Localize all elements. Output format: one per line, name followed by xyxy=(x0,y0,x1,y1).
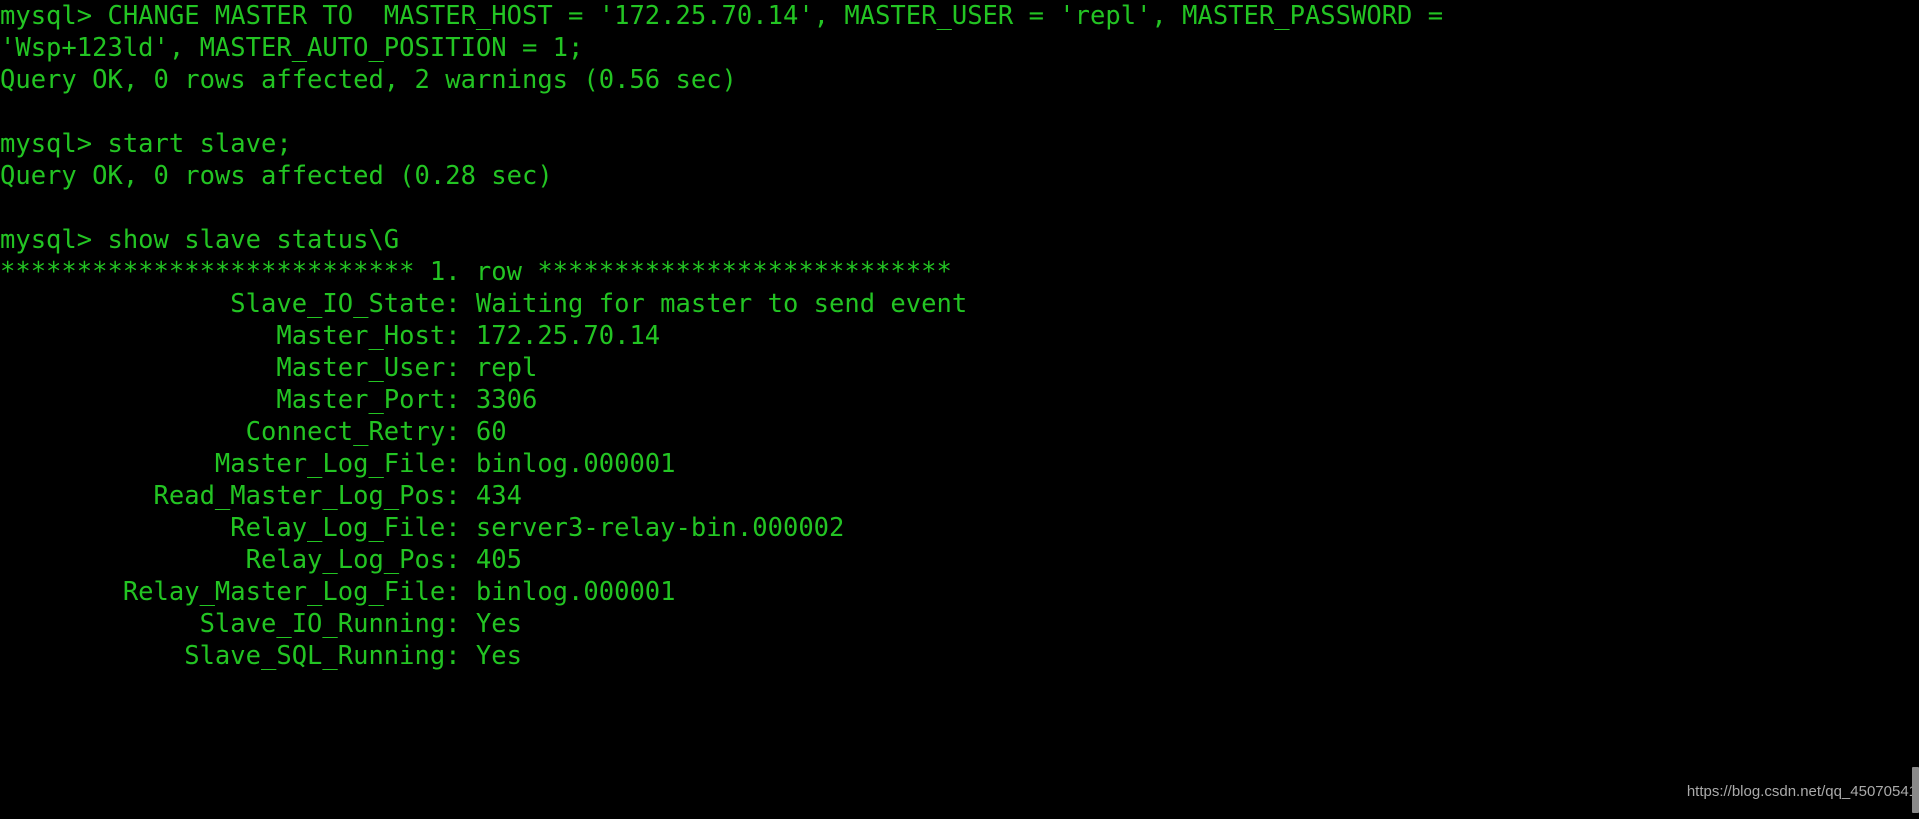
slave-status-field-slave-io-running: Slave_IO_Running: Yes xyxy=(0,609,522,639)
slave-status-field-master-user: Master_User: repl xyxy=(0,353,538,383)
slave-status-field-master-port: Master_Port: 3306 xyxy=(0,385,538,415)
terminal-line: mysql> show slave status\G xyxy=(0,225,400,255)
terminal-line: Query OK, 0 rows affected, 2 warnings (0… xyxy=(0,65,737,95)
slave-status-field-slave-io-state: Slave_IO_State: Waiting for master to se… xyxy=(0,289,968,319)
terminal-line: Query OK, 0 rows affected (0.28 sec) xyxy=(0,161,553,191)
slave-status-field-master-log-file: Master_Log_File: binlog.000001 xyxy=(0,449,676,479)
slave-status-field-relay-master-log-file: Relay_Master_Log_File: binlog.000001 xyxy=(0,577,676,607)
slave-status-field-read-master-log-pos: Read_Master_Log_Pos: 434 xyxy=(0,481,522,511)
slave-status-field-slave-sql-running: Slave_SQL_Running: Yes xyxy=(0,641,522,671)
terminal-line: mysql> start slave; xyxy=(0,129,292,159)
scrollbar-thumb[interactable] xyxy=(1912,767,1919,813)
terminal-line: mysql> CHANGE MASTER TO MASTER_HOST = '1… xyxy=(0,1,1444,31)
slave-status-field-relay-log-file: Relay_Log_File: server3-relay-bin.000002 xyxy=(0,513,845,543)
slave-status-field-master-host: Master_Host: 172.25.70.14 xyxy=(0,321,661,351)
terminal-line: 'Wsp+123ld', MASTER_AUTO_POSITION = 1; xyxy=(0,33,584,63)
terminal-window[interactable]: mysql> CHANGE MASTER TO MASTER_HOST = '1… xyxy=(0,0,1919,819)
slave-status-field-connect-retry: Connect_Retry: 60 xyxy=(0,417,507,447)
slave-status-field-relay-log-pos: Relay_Log_Pos: 405 xyxy=(0,545,522,575)
watermark-url: https://blog.csdn.net/qq_45070541 xyxy=(1686,783,1917,800)
terminal-row-separator: *************************** 1. row *****… xyxy=(0,257,952,287)
